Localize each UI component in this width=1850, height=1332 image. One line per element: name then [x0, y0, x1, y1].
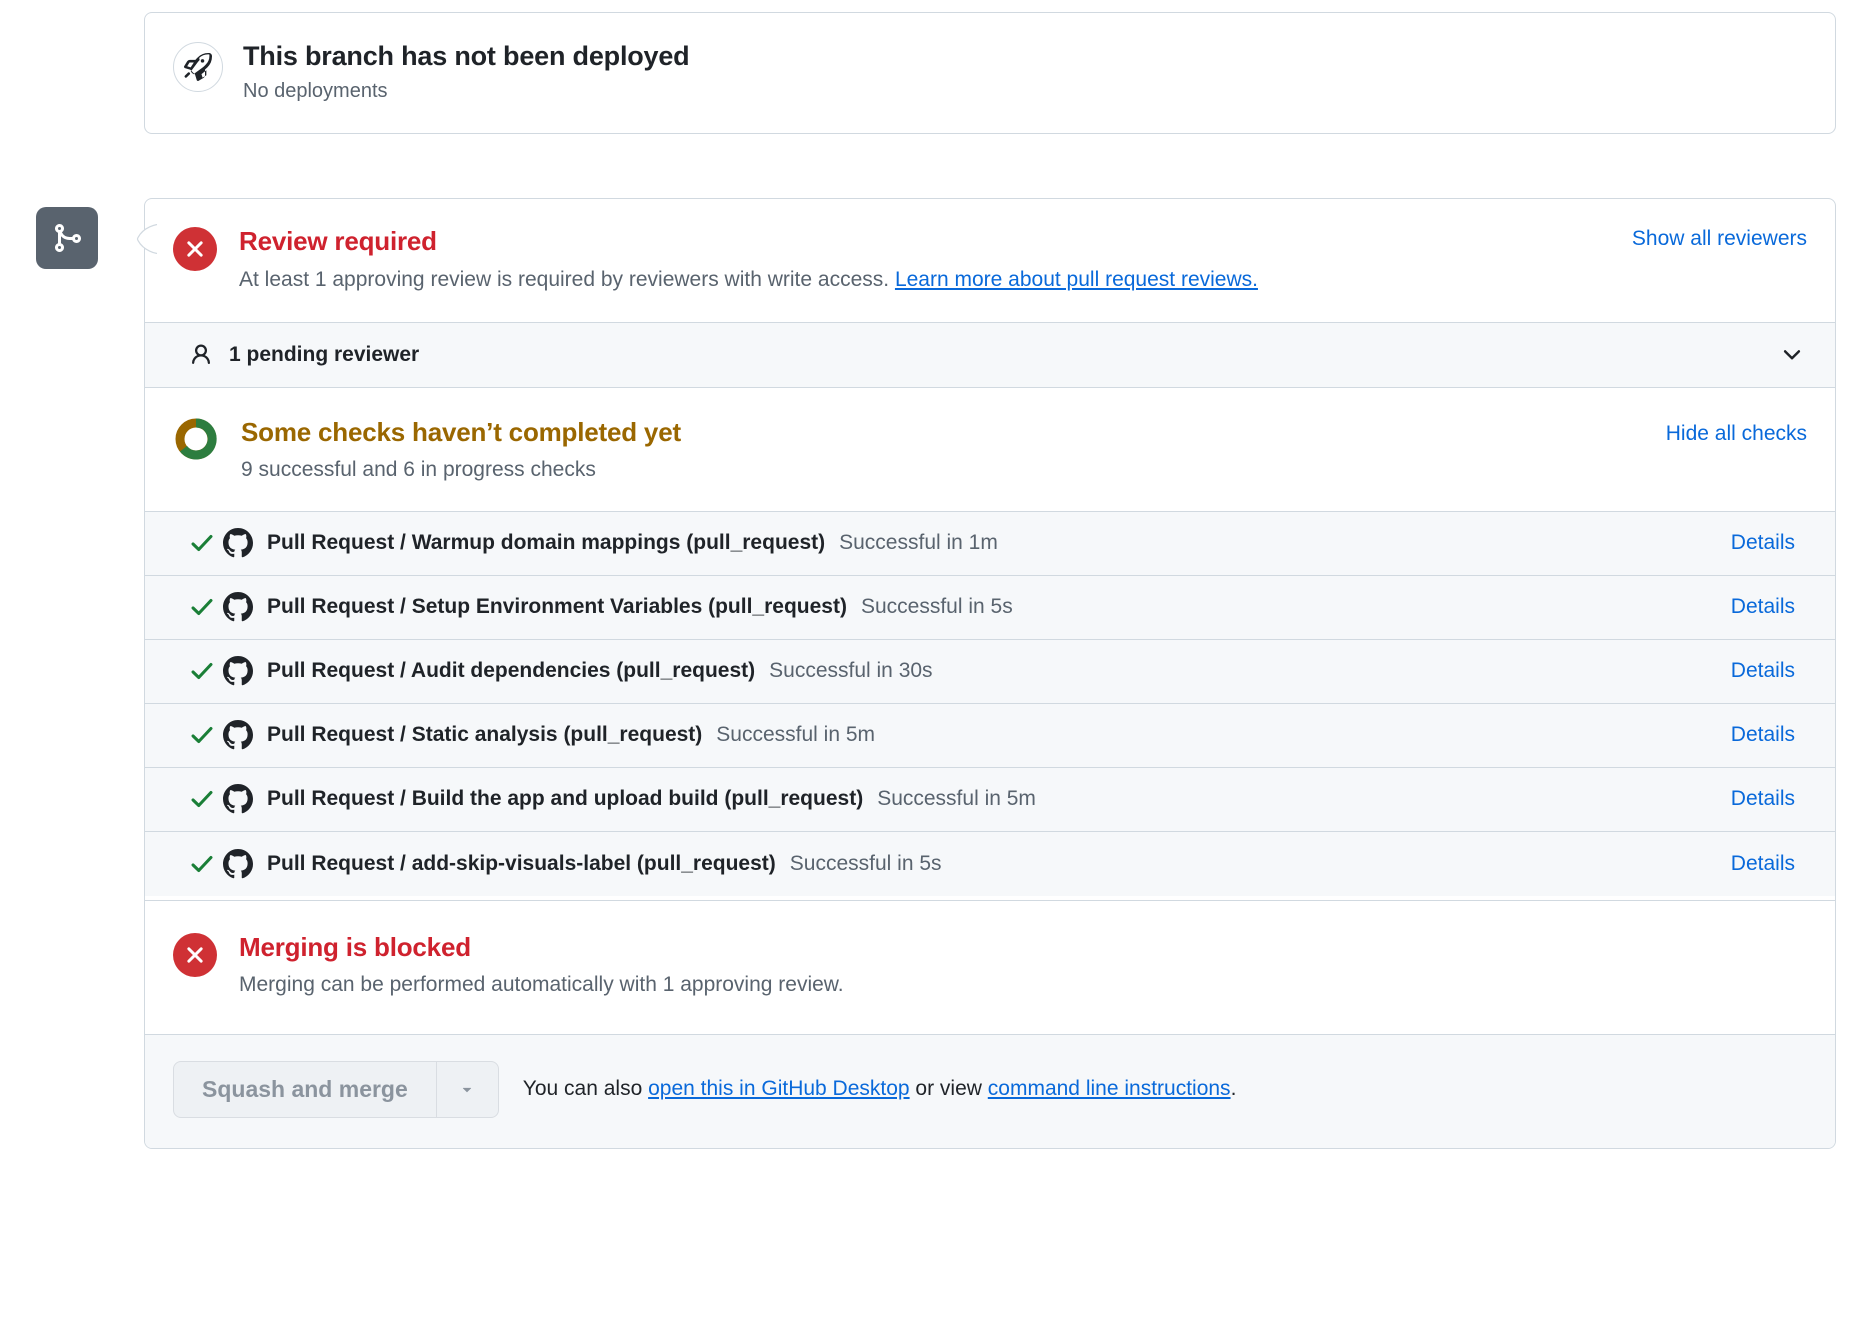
pending-reviewers-label: 1 pending reviewer	[229, 342, 420, 366]
check-name: Pull Request / add-skip-visuals-label (p…	[267, 851, 776, 875]
learn-more-reviews-link[interactable]: Learn more about pull request reviews.	[895, 268, 1258, 291]
check-status: Successful in 5s	[789, 851, 942, 875]
github-mark-icon	[223, 720, 253, 750]
check-icon	[189, 786, 223, 812]
squash-and-merge-button[interactable]: Squash and merge	[174, 1062, 436, 1117]
check-name: Pull Request / Build the app and upload …	[267, 787, 864, 811]
check-details-link[interactable]: Details	[1731, 723, 1835, 747]
check-row: Pull Request / Build the app and upload …	[145, 767, 1835, 832]
x-circle-icon	[173, 227, 217, 271]
merge-box: Show all reviewers Review required At le…	[144, 198, 1836, 1149]
check-row: Pull Request / add-skip-visuals-label (p…	[145, 831, 1835, 896]
review-required-description: At least 1 approving review is required …	[239, 266, 1807, 294]
merge-actions-footer: Squash and merge You can also open this …	[145, 1033, 1835, 1148]
review-required-section: Show all reviewers Review required At le…	[145, 199, 1835, 322]
review-description-text: At least 1 approving review is required …	[239, 267, 895, 291]
merging-blocked-section: Merging is blocked Merging can be perfor…	[145, 901, 1835, 1034]
merging-blocked-title: Merging is blocked	[239, 931, 471, 962]
check-status: Successful in 30s	[769, 659, 933, 683]
check-details-link[interactable]: Details	[1731, 659, 1835, 683]
checks-list: Pull Request / Warmup domain mappings (p…	[145, 511, 1835, 896]
deployments-text: This branch has not been deployed No dep…	[243, 39, 690, 103]
check-row: Pull Request / Warmup domain mappings (p…	[145, 511, 1835, 576]
check-name: Pull Request / Setup Environment Variabl…	[267, 595, 847, 619]
footer-text-before: You can also	[522, 1077, 649, 1101]
check-details-link[interactable]: Details	[1731, 531, 1835, 555]
chevron-down-icon[interactable]	[1779, 342, 1805, 368]
check-icon	[189, 594, 223, 620]
footer-text-after: .	[1230, 1077, 1237, 1101]
github-mark-icon	[223, 528, 253, 558]
deployments-title: This branch has not been deployed	[243, 41, 690, 71]
check-status: Successful in 1m	[839, 531, 998, 555]
check-status: Successful in 5s	[860, 595, 1013, 619]
x-circle-icon	[173, 932, 217, 977]
check-row: Pull Request / Audit dependencies (pull_…	[145, 639, 1835, 704]
caret-down-icon[interactable]	[435, 1061, 498, 1117]
check-icon	[189, 658, 223, 684]
checks-summary-section: Hide all checks Some checks haven’t comp…	[145, 388, 1835, 512]
github-pr-merge-box-page: This branch has not been deployed No dep…	[0, 0, 1850, 1332]
check-details-link[interactable]: Details	[1731, 787, 1835, 811]
footer-text-middle: or view	[909, 1077, 988, 1101]
review-required-title: Review required	[239, 226, 437, 256]
github-mark-icon	[223, 848, 253, 879]
check-status: Successful in 5m	[877, 787, 1036, 811]
check-name: Pull Request / Warmup domain mappings (p…	[267, 531, 826, 555]
check-row: Pull Request / Setup Environment Variabl…	[145, 575, 1835, 640]
hide-all-checks-link[interactable]: Hide all checks	[1666, 422, 1807, 446]
github-mark-icon	[223, 784, 253, 814]
check-name: Pull Request / Static analysis (pull_req…	[267, 723, 703, 747]
checks-title: Some checks haven’t completed yet	[241, 416, 681, 447]
deployments-panel: This branch has not been deployed No dep…	[144, 12, 1836, 135]
check-name: Pull Request / Audit dependencies (pull_…	[267, 659, 756, 683]
check-details-link[interactable]: Details	[1731, 852, 1835, 876]
merging-blocked-description: Merging can be performed automatically w…	[239, 973, 844, 997]
command-line-instructions-link[interactable]: command line instructions	[988, 1077, 1231, 1100]
progress-donut-icon	[173, 416, 219, 467]
merge-alternatives-text: You can also open this in GitHub Desktop…	[523, 1077, 1237, 1101]
check-row: Pull Request / Static analysis (pull_req…	[145, 703, 1835, 768]
github-mark-icon	[223, 592, 253, 622]
github-mark-icon	[223, 656, 253, 686]
merge-box-pointer	[136, 224, 158, 254]
check-icon	[189, 530, 223, 556]
github-desktop-link[interactable]: open this in GitHub Desktop	[648, 1077, 909, 1100]
git-merge-icon	[36, 207, 98, 269]
check-details-link[interactable]: Details	[1731, 595, 1835, 619]
merge-button-group[interactable]: Squash and merge	[173, 1060, 499, 1118]
pending-reviewers-row[interactable]: 1 pending reviewer	[145, 321, 1835, 388]
check-icon	[189, 851, 223, 877]
check-status: Successful in 5m	[716, 723, 876, 747]
deployments-subtitle: No deployments	[243, 80, 388, 103]
rocket-icon	[173, 42, 223, 92]
checks-summary: 9 successful and 6 in progress checks	[241, 458, 596, 482]
person-icon	[189, 343, 213, 367]
check-icon	[189, 722, 223, 748]
show-all-reviewers-link[interactable]: Show all reviewers	[1632, 227, 1807, 251]
